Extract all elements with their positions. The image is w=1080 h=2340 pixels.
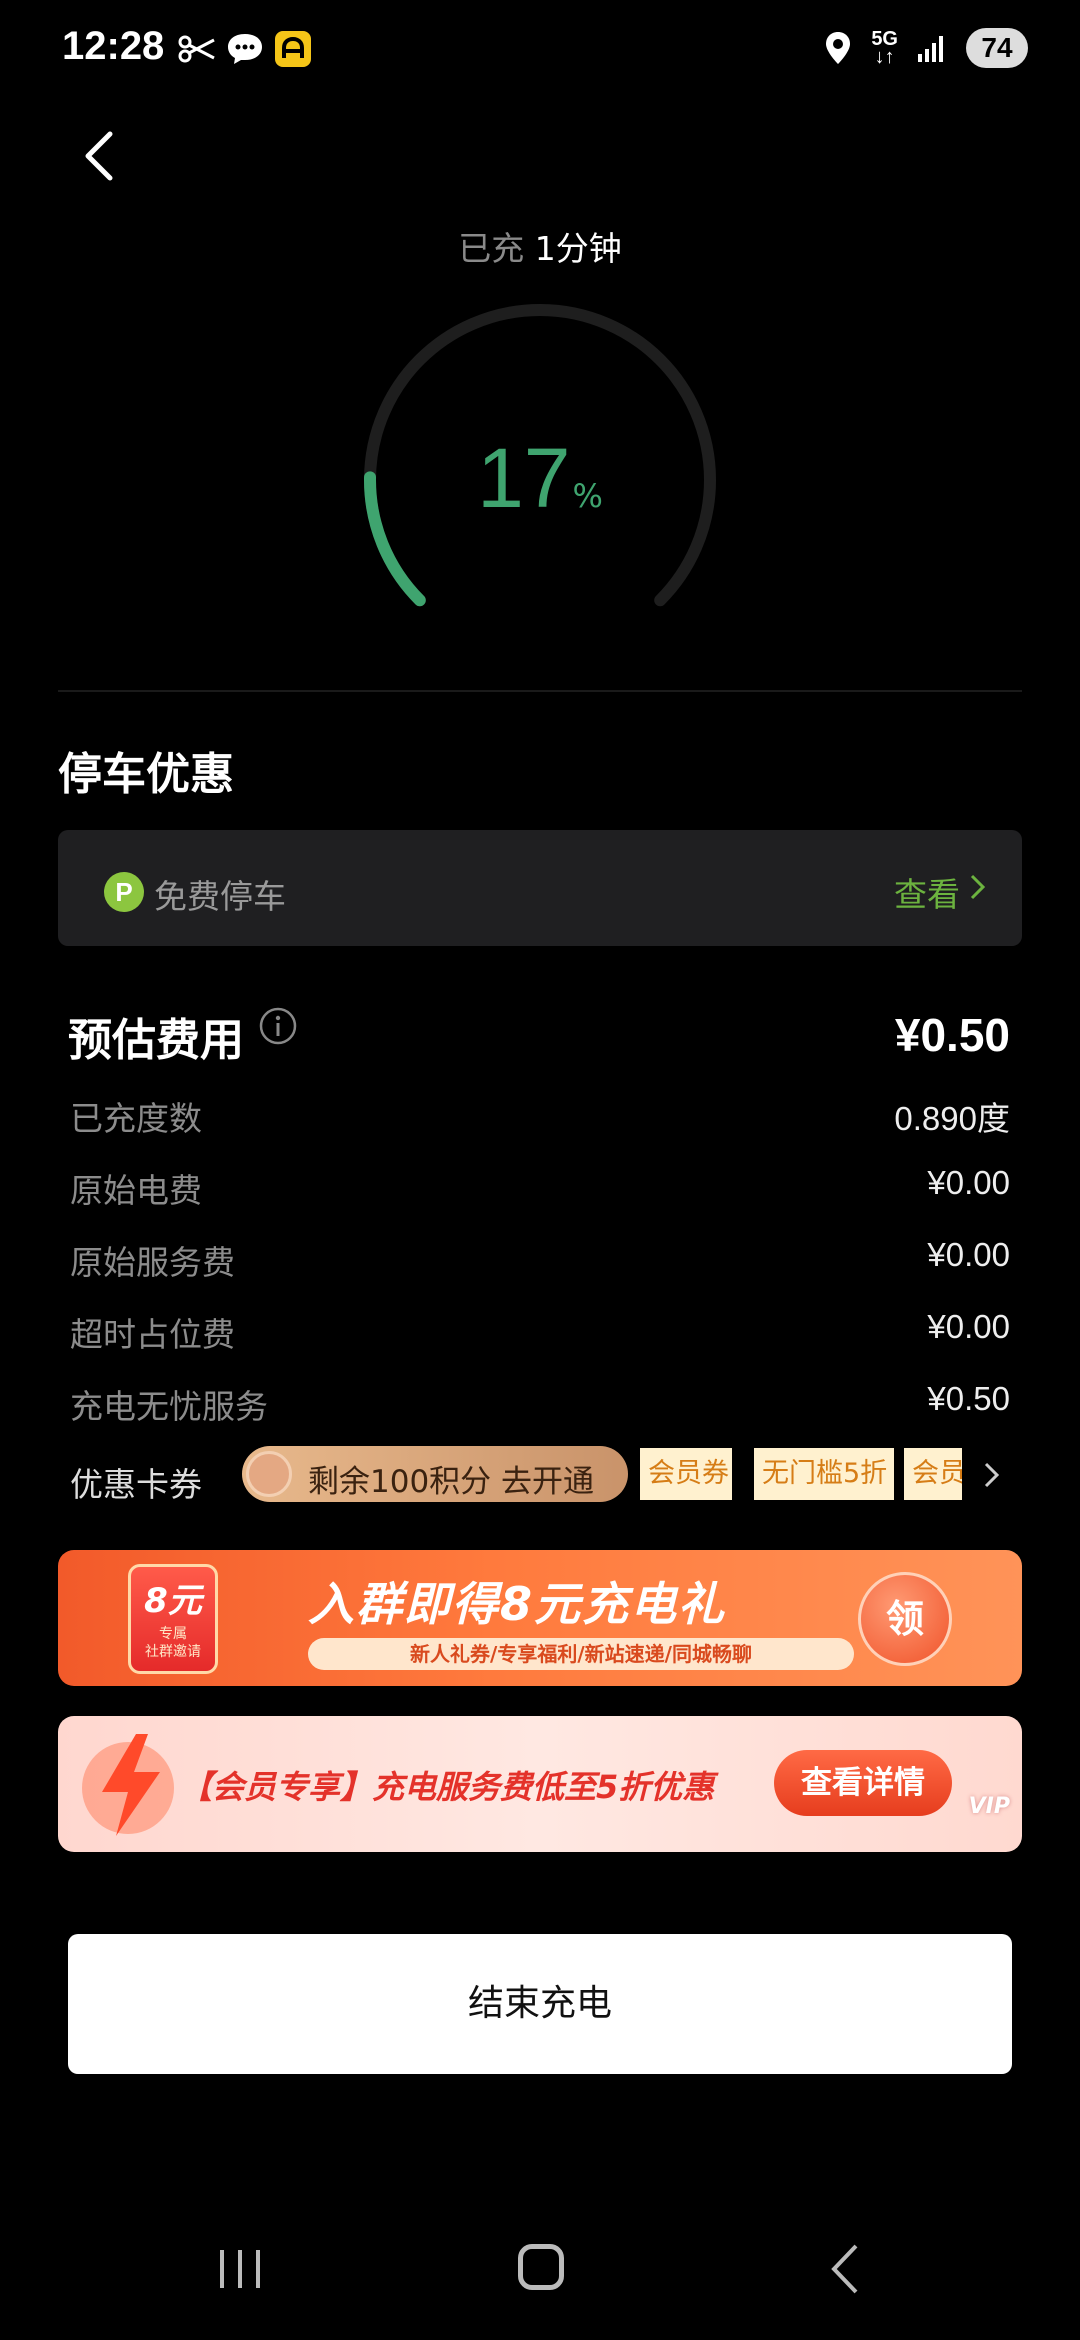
free-parking-label: 免费停车 (154, 877, 286, 916)
fee-row: 充电无忧服务 ¥0.50 (70, 1380, 1010, 1430)
vip-badge: VIP (968, 1794, 1010, 1819)
fee-label: 超时占位费 (70, 1315, 235, 1354)
coupon-chip[interactable]: 无门槛5折 (754, 1448, 894, 1500)
estimated-fee-total: ¥0.50 (894, 1009, 1010, 1061)
charge-percent-unit: % (572, 477, 603, 515)
group-gift-banner[interactable]: 8元 专属 社群邀请 入群即得8元充电礼 新人礼券/专享福利/新站速递/同城畅聊 … (58, 1550, 1022, 1686)
back-button[interactable] (74, 126, 124, 186)
notification-icons (178, 30, 312, 68)
divider (58, 690, 1022, 692)
fee-label: 充电无忧服务 (70, 1387, 268, 1426)
fee-row: 原始电费 ¥0.00 (70, 1164, 1010, 1214)
parking-icon: P (104, 872, 144, 912)
recents-icon[interactable] (216, 2246, 264, 2292)
view-parking-link[interactable]: 查看 (894, 868, 960, 916)
end-charging-button[interactable]: 结束充电 (68, 1934, 1012, 2074)
claim-button[interactable]: 领 (858, 1572, 952, 1666)
coupon-chip[interactable]: 会员 (904, 1448, 962, 1500)
lightning-icon (82, 1734, 174, 1836)
coupon-label: 优惠卡券 (70, 1465, 202, 1504)
coupon-row[interactable]: 优惠卡券 剩余100积分 去开通 会员券 无门槛5折 会员 (70, 1446, 1020, 1506)
charge-percent: 17% (360, 430, 720, 527)
fee-value: ¥0.00 (927, 1308, 1010, 1345)
fee-value: ¥0.00 (927, 1236, 1010, 1273)
estimated-fee-title: 预估费用 (68, 1015, 244, 1066)
coupon-chip[interactable]: 会员券 (640, 1448, 732, 1500)
charged-duration: 已充 1分钟 (458, 229, 622, 268)
system-icons: 5G ↓↑ 74 (823, 28, 1028, 68)
fee-value: 0.890度 (894, 1100, 1010, 1137)
fee-value: ¥0.00 (927, 1164, 1010, 1201)
fee-label: 已充度数 (70, 1099, 202, 1138)
banner-title: 入群即得8元充电礼 (308, 1577, 727, 1631)
banner-title: 【会员专享】充电服务费低至5折优惠 (180, 1768, 715, 1806)
points-text: 剩余100积分 去开通 (308, 1464, 595, 1500)
fee-value: ¥0.50 (927, 1380, 1010, 1417)
chat-icon (228, 34, 262, 64)
view-details-button[interactable]: 查看详情 (774, 1750, 952, 1816)
coin-icon (246, 1451, 292, 1497)
chevron-right-icon (970, 874, 986, 900)
status-bar: 12:28 5G ↓↑ 74 (0, 0, 1080, 100)
chevron-right-icon[interactable] (982, 1460, 1002, 1490)
banner-subtitle: 新人礼券/专享福利/新站速递/同城畅聊 (308, 1638, 854, 1670)
network-5g: 5G ↓↑ (871, 28, 898, 68)
member-discount-banner[interactable]: 【会员专享】充电服务费低至5折优惠 查看详情 VIP (58, 1716, 1022, 1852)
app-icon (275, 31, 311, 67)
red-envelope-icon: 8元 专属 社群邀请 (128, 1564, 218, 1674)
fee-label: 原始电费 (70, 1171, 202, 1210)
charge-percent-value: 17 (477, 431, 571, 525)
nav-back-icon[interactable] (828, 2242, 862, 2296)
fee-row: 已充度数 0.890度 (70, 1092, 1010, 1142)
location-icon (826, 32, 851, 64)
fee-label: 原始服务费 (70, 1243, 235, 1282)
parking-section-title: 停车优惠 (58, 749, 234, 800)
fee-row: 原始服务费 ¥0.00 (70, 1236, 1010, 1286)
points-membership-button[interactable]: 剩余100积分 去开通 (242, 1446, 628, 1502)
parking-card[interactable]: P 免费停车 查看 (58, 830, 1022, 946)
status-time: 12:28 (62, 24, 165, 68)
battery-indicator: 74 (966, 28, 1028, 68)
scissors-icon (178, 35, 215, 63)
home-icon[interactable] (518, 2244, 564, 2290)
signal-icon (918, 36, 943, 62)
system-nav-bar (0, 2230, 1080, 2310)
info-icon[interactable] (258, 1006, 298, 1046)
fee-row: 超时占位费 ¥0.00 (70, 1308, 1010, 1358)
